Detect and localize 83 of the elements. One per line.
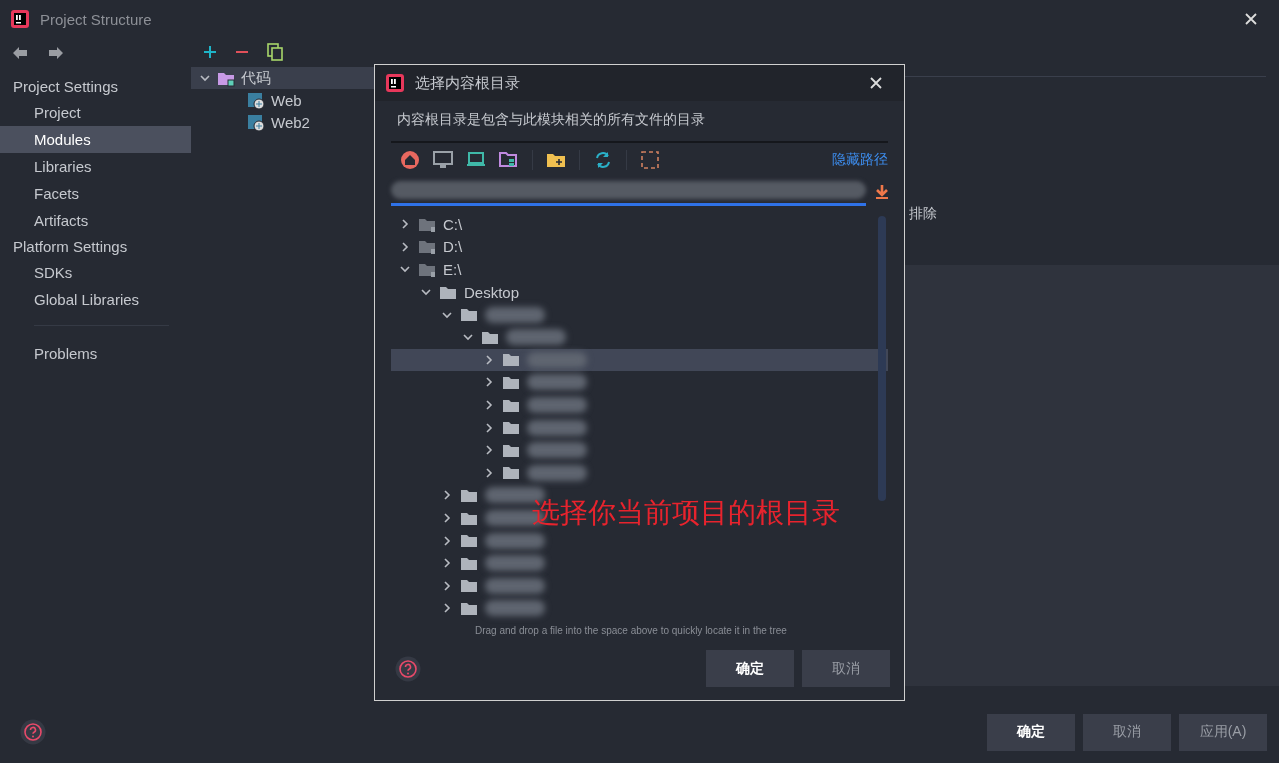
dialog-description: 内容根目录是包含与此模块相关的所有文件的目录 <box>391 101 888 143</box>
tree-row[interactable]: D:\ <box>391 235 467 259</box>
folder-icon <box>502 464 520 482</box>
tree-row[interactable]: Desktop <box>391 280 524 304</box>
tree-row[interactable]: E:\ <box>391 258 466 281</box>
help-icon[interactable] <box>20 719 46 745</box>
blurred-label <box>527 374 587 391</box>
folder-icon <box>460 306 478 324</box>
monitor-icon[interactable] <box>433 150 453 170</box>
tree-row[interactable]: C:\ <box>391 213 467 236</box>
download-icon[interactable] <box>874 183 890 200</box>
tree-row[interactable]: 代码 <box>191 67 375 89</box>
sidebar-item[interactable]: SDKs <box>0 259 191 286</box>
annotation-text: 选择你当前项目的根目录 <box>532 496 840 530</box>
tree-row[interactable]: Web2 <box>191 111 375 133</box>
chevron-right-icon[interactable] <box>399 218 411 231</box>
sidebar-item[interactable]: Facets <box>0 180 191 207</box>
chevron-right-icon[interactable] <box>441 512 453 524</box>
sidebar-item[interactable]: Libraries <box>0 153 191 180</box>
cancel-button[interactable]: 取消 <box>1083 713 1171 751</box>
drive-icon <box>418 261 436 278</box>
close-icon[interactable] <box>1243 11 1259 27</box>
blurred-label <box>485 555 545 572</box>
chevron-right-icon[interactable] <box>441 579 453 592</box>
chevron-right-icon[interactable] <box>483 399 495 412</box>
copy-icon[interactable] <box>267 43 283 61</box>
chevron-right-icon[interactable] <box>441 602 453 615</box>
folder-icon <box>460 532 478 550</box>
app-logo-icon <box>10 9 30 29</box>
web-module-icon <box>247 91 265 109</box>
blurred-label <box>485 577 545 594</box>
sidebar-item[interactable]: Project <box>0 99 191 126</box>
dialog-title: 选择内容根目录 <box>415 73 520 93</box>
scrollbar[interactable] <box>878 216 886 501</box>
window-title: Project Structure <box>40 10 152 28</box>
blurred-label <box>527 419 587 436</box>
section-heading: Platform Settings <box>12 237 129 257</box>
ok-button[interactable]: 确定 <box>987 713 1075 751</box>
tree-row[interactable]: Web <box>191 89 375 111</box>
add-icon[interactable] <box>203 45 217 59</box>
chevron-down-icon[interactable] <box>199 72 211 84</box>
exclude-label: 排除 <box>909 205 937 223</box>
blurred-label <box>485 306 545 323</box>
chevron-right-icon[interactable] <box>399 240 411 253</box>
chevron-right-icon[interactable] <box>483 444 495 457</box>
chevron-right-icon[interactable] <box>483 353 495 366</box>
drive-icon <box>418 238 436 256</box>
sidebar-item[interactable]: Modules <box>0 126 191 153</box>
home-icon[interactable] <box>400 150 420 170</box>
blurred-label <box>506 329 566 346</box>
app-logo-icon <box>385 73 405 93</box>
help-icon[interactable] <box>395 655 421 682</box>
section-heading: Project Settings <box>12 77 120 97</box>
blurred-label <box>527 351 587 368</box>
blurred-label <box>527 464 587 481</box>
refresh-icon[interactable] <box>593 150 613 170</box>
dashed-selection-icon[interactable] <box>640 150 660 170</box>
chevron-right-icon[interactable] <box>441 534 453 547</box>
hint-text: Drag and drop a file into the space above to quickly locate it in the tree <box>474 625 788 636</box>
chevron-right-icon[interactable] <box>483 421 495 434</box>
chevron-right-icon[interactable] <box>483 466 495 479</box>
sidebar-item[interactable]: Artifacts <box>0 207 191 234</box>
blurred-label <box>527 442 587 459</box>
blurred-label <box>485 532 545 549</box>
cancel-button[interactable]: 取消 <box>802 650 890 687</box>
folder-icon <box>460 577 478 595</box>
close-icon[interactable] <box>868 75 884 91</box>
chevron-right-icon[interactable] <box>441 557 453 570</box>
sidebar-item[interactable]: Problems <box>0 340 191 367</box>
blurred-label <box>485 600 545 617</box>
hide-path-link[interactable]: 隐藏路径 <box>832 151 888 169</box>
apply-button[interactable]: 应用(A) <box>1179 713 1267 751</box>
sidebar-item[interactable]: Global Libraries <box>0 286 191 313</box>
blurred-label <box>527 397 587 414</box>
chevron-right-icon[interactable] <box>441 489 453 502</box>
folder-icon <box>502 419 520 437</box>
folder-tree-icon[interactable] <box>499 150 519 170</box>
web-module-icon <box>247 113 265 131</box>
back-arrow-icon[interactable] <box>12 46 28 60</box>
chevron-right-icon[interactable] <box>483 376 495 389</box>
ok-button[interactable]: 确定 <box>706 650 794 687</box>
folder-icon <box>502 351 520 369</box>
forward-arrow-icon[interactable] <box>48 46 64 60</box>
